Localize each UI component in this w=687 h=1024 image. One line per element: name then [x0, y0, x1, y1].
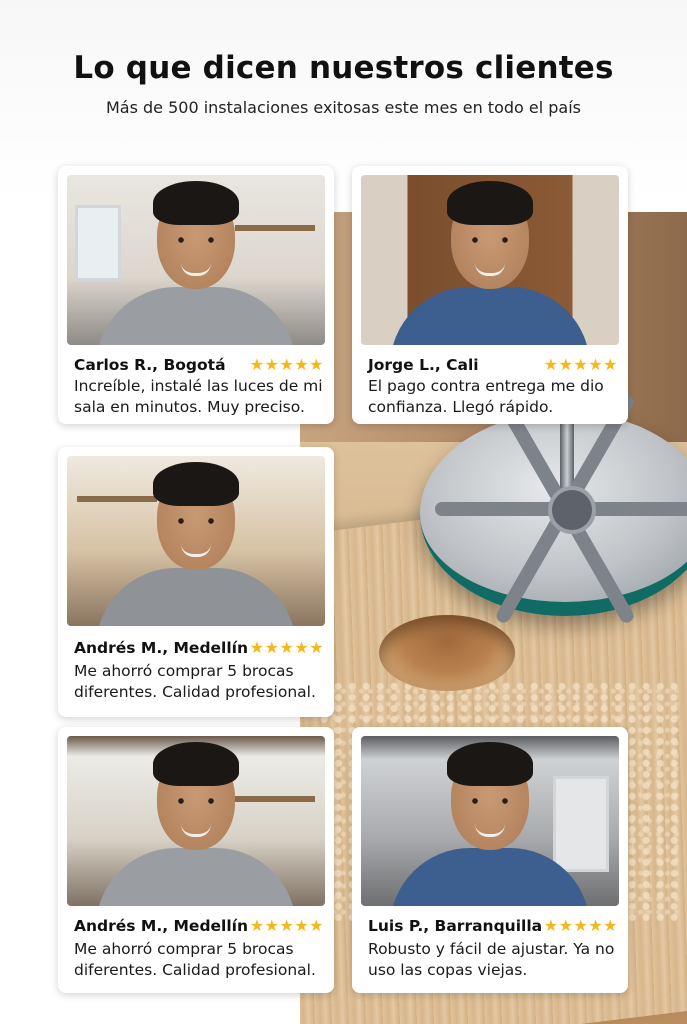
shelf	[235, 796, 315, 802]
testimonial-card: Carlos R., Bogotá ★★★★★ Increíble, insta…	[58, 166, 334, 424]
star-rating: ★★★★★	[249, 638, 324, 657]
star-rating: ★★★★★	[249, 355, 324, 374]
customer-name: Luis P., Barranquilla	[368, 917, 543, 935]
customer-name: Andrés M., Medellín	[74, 917, 249, 935]
customer-eyes	[470, 237, 510, 243]
page-subtitle: Más de 500 instalaciones exitosas este m…	[105, 98, 582, 117]
customer-eyes	[470, 798, 510, 804]
customer-name: Jorge L., Cali	[368, 356, 479, 374]
star-rating: ★★★★★	[543, 355, 618, 374]
customer-photo	[67, 736, 325, 906]
customer-hair	[447, 181, 533, 225]
customer-name: Carlos R., Bogotá	[74, 356, 226, 374]
customer-eyes	[176, 518, 216, 524]
testimonial-quote: Increíble, instalé las luces de mi sala …	[74, 377, 323, 416]
customer-photo	[67, 175, 325, 345]
testimonial-card: Jorge L., Cali ★★★★★ El pago contra entr…	[352, 166, 628, 424]
customer-eyes	[176, 237, 216, 243]
customer-hair	[153, 462, 239, 506]
customer-hair	[153, 742, 239, 786]
star-rating: ★★★★★	[543, 916, 618, 935]
star-rating: ★★★★★	[249, 916, 324, 935]
tool-hub	[548, 486, 596, 534]
garage-door	[553, 776, 609, 872]
testimonial-card: Andrés M., Medellín ★★★★★ Me ahorró comp…	[58, 447, 334, 717]
customer-hair	[153, 181, 239, 225]
customer-photo	[361, 175, 619, 345]
window	[75, 205, 121, 281]
testimonial-quote: Me ahorró comprar 5 brocas diferentes. C…	[74, 662, 316, 701]
customer-eyes	[176, 798, 216, 804]
testimonial-card: Luis P., Barranquilla ★★★★★ Robusto y fá…	[352, 727, 628, 993]
testimonial-card: Andrés M., Medellín ★★★★★ Me ahorró comp…	[58, 727, 334, 993]
customer-photo	[361, 736, 619, 906]
customer-name: Andrés M., Medellín	[74, 639, 249, 657]
page-title: Lo que dicen nuestros clientes	[73, 50, 614, 86]
testimonial-quote: Me ahorró comprar 5 brocas diferentes. C…	[74, 940, 316, 979]
shelf	[235, 225, 315, 231]
tool-spoke	[435, 502, 565, 516]
customer-hair	[447, 742, 533, 786]
testimonial-quote: El pago contra entrega me dio confianza.…	[368, 377, 604, 416]
shelf	[77, 496, 157, 502]
customer-photo	[67, 456, 325, 626]
drilled-hole	[379, 615, 515, 691]
testimonial-quote: Robusto y fácil de ajustar. Ya no uso la…	[368, 940, 615, 979]
